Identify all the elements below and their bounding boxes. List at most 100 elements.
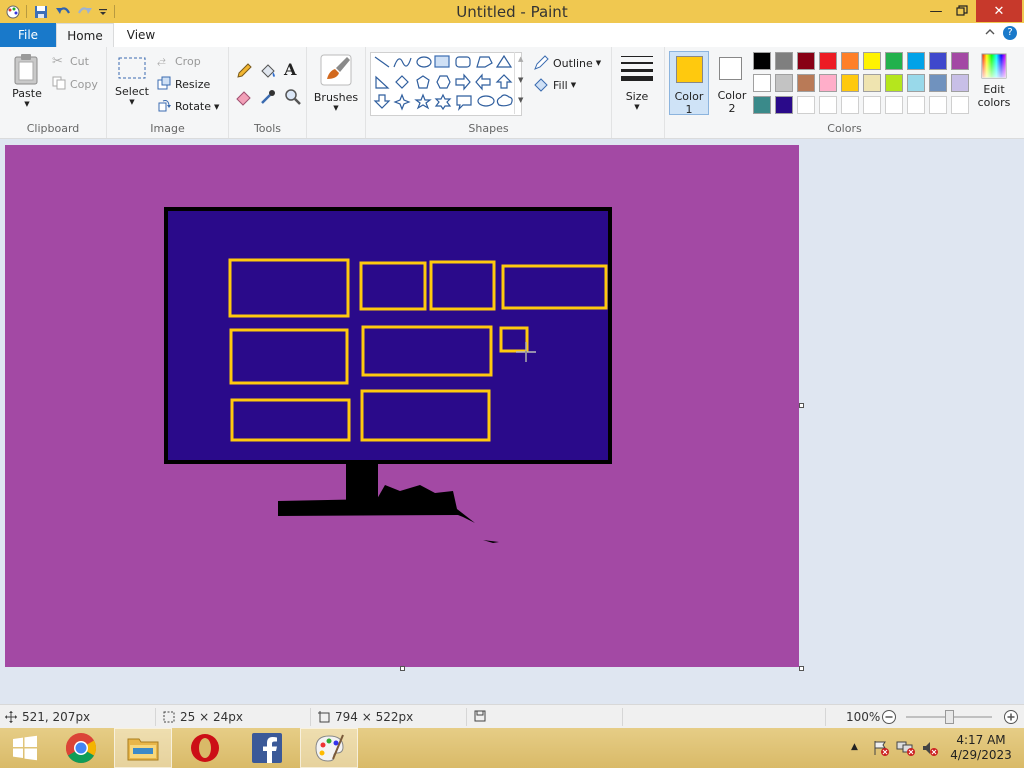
network-icon[interactable] [896, 739, 916, 760]
palette-swatch[interactable] [841, 96, 859, 114]
zoom-slider-thumb[interactable] [945, 710, 954, 724]
tab-view[interactable]: View [120, 23, 162, 47]
palette-swatch[interactable] [775, 96, 793, 114]
minimize-ribbon-icon[interactable] [985, 27, 995, 40]
palette-swatch[interactable] [797, 52, 815, 70]
size-button[interactable]: Size ▼ [620, 54, 654, 111]
fill-button[interactable]: Fill ▼ [533, 77, 576, 93]
tab-file[interactable]: File [0, 23, 56, 47]
edit-colors-label-line1: Edit [983, 83, 1005, 96]
color1-button[interactable]: Color 1 [669, 51, 709, 116]
outline-button[interactable]: Outline ▼ [533, 55, 601, 71]
magnifier-tool[interactable] [284, 88, 302, 106]
resize-button[interactable]: Resize [157, 76, 210, 93]
image-group-label: Image [150, 122, 185, 135]
eraser-tool[interactable] [235, 88, 253, 106]
resize-handle-bottom[interactable] [400, 666, 405, 671]
start-button[interactable] [0, 728, 50, 768]
text-tool[interactable]: A [284, 60, 296, 79]
rotate-button[interactable]: Rotate ▼ [157, 98, 219, 115]
help-icon[interactable]: ? [1003, 26, 1017, 40]
color-palette [753, 52, 973, 118]
resize-handle-right[interactable] [799, 403, 804, 408]
clipboard-icon [14, 54, 38, 85]
palette-swatch[interactable] [819, 74, 837, 92]
zoom-out-button[interactable] [881, 709, 897, 725]
palette-swatch[interactable] [885, 96, 903, 114]
scroll-down-icon[interactable]: ▼ [518, 76, 523, 84]
copy-button[interactable]: Copy [52, 76, 98, 93]
palette-swatch[interactable] [929, 52, 947, 70]
scroll-up-icon[interactable]: ▲ [518, 55, 523, 63]
brushes-button[interactable]: Brushes ▼ [313, 53, 359, 112]
taskbar-paint[interactable] [300, 728, 358, 768]
palette-swatch[interactable] [819, 52, 837, 70]
zoom-in-button[interactable] [1003, 709, 1019, 725]
expand-gallery-icon[interactable]: ▼ [518, 96, 523, 104]
palette-swatch[interactable] [753, 96, 771, 114]
palette-swatch[interactable] [841, 74, 859, 92]
shapes-gallery [370, 52, 522, 116]
palette-swatch[interactable] [863, 52, 881, 70]
four-point-star-shape-icon [393, 93, 411, 111]
resize-handle-corner[interactable] [799, 666, 804, 671]
palette-swatch[interactable] [863, 96, 881, 114]
cut-button[interactable]: ✂ Cut [52, 54, 89, 69]
taskbar-opera[interactable] [176, 728, 234, 768]
palette-swatch[interactable] [753, 74, 771, 92]
tab-home[interactable]: Home [56, 23, 114, 47]
palette-swatch[interactable] [841, 52, 859, 70]
fill-tool[interactable] [259, 62, 277, 80]
restore-button[interactable] [946, 0, 978, 22]
palette-swatch[interactable] [907, 74, 925, 92]
disk-icon [474, 710, 486, 722]
file-size [474, 710, 486, 722]
palette-swatch[interactable] [753, 52, 771, 70]
status-bar: 521, 207px 25 × 24px 794 × 522px 100% [0, 704, 1024, 729]
color2-number: 2 [728, 102, 736, 115]
palette-swatch[interactable] [885, 74, 903, 92]
zoom-out-icon [882, 710, 896, 724]
window-title: Untitled - Paint [456, 3, 568, 21]
paste-button[interactable]: Paste ▼ [8, 53, 46, 108]
ribbon: Paste ▼ ✂ Cut Copy Clipboard Select ▼ ⥄ … [0, 47, 1024, 139]
palette-swatch[interactable] [885, 52, 903, 70]
taskbar-chrome[interactable] [52, 728, 110, 768]
colors-group: Color 1 Color 2 Edit colors Colors [665, 47, 1024, 138]
palette-swatch[interactable] [929, 96, 947, 114]
volume-icon[interactable] [921, 739, 939, 760]
palette-swatch[interactable] [907, 52, 925, 70]
edit-colors-button[interactable]: Edit colors [977, 53, 1011, 109]
palette-swatch[interactable] [951, 96, 969, 114]
palette-swatch[interactable] [775, 74, 793, 92]
palette-swatch[interactable] [819, 96, 837, 114]
rectangle-shape-icon [434, 55, 450, 68]
pencil-tool[interactable] [235, 62, 253, 80]
crop-button[interactable]: ⥄ Crop [157, 54, 201, 68]
close-button[interactable]: ✕ [976, 0, 1022, 22]
palette-swatch[interactable] [797, 74, 815, 92]
select-button[interactable]: Select ▼ [115, 55, 149, 106]
drawing-canvas[interactable] [5, 145, 799, 667]
taskbar: ▲ 4:17 AM 4/29/2023 [0, 728, 1024, 768]
clock[interactable]: 4:17 AM 4/29/2023 [948, 733, 1014, 762]
shapes-scrollbar[interactable]: ▲ ▼ ▼ [514, 52, 529, 114]
palette-swatch[interactable] [907, 96, 925, 114]
chevron-down-icon: ▼ [333, 104, 339, 112]
action-center-icon[interactable] [872, 739, 890, 760]
palette-swatch[interactable] [951, 52, 969, 70]
palette-swatch[interactable] [863, 74, 881, 92]
palette-swatch[interactable] [951, 74, 969, 92]
palette-swatch[interactable] [929, 74, 947, 92]
color2-button[interactable]: Color 2 [713, 51, 751, 115]
taskbar-file-explorer[interactable] [114, 728, 172, 768]
taskbar-facebook[interactable] [238, 728, 296, 768]
text-icon: A [284, 60, 297, 79]
brush-icon [320, 54, 352, 86]
windows-logo-icon [13, 735, 37, 761]
palette-swatch[interactable] [797, 96, 815, 114]
show-hidden-icons-button[interactable]: ▲ [851, 742, 858, 752]
palette-swatch[interactable] [775, 52, 793, 70]
color-picker-tool[interactable] [259, 88, 277, 106]
resize-icon [157, 76, 175, 93]
